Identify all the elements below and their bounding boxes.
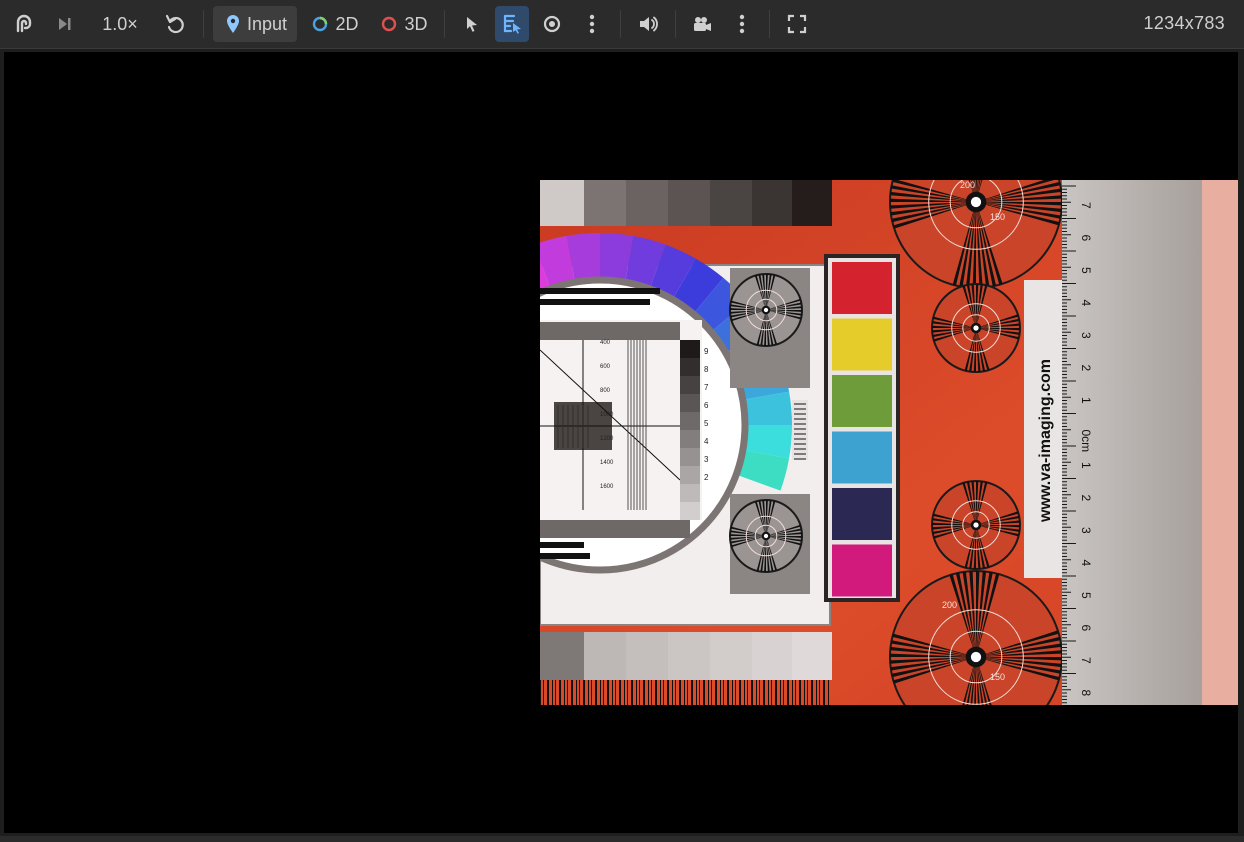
mode-3d-button[interactable]: 3D: [374, 6, 434, 42]
grey-step-label: 7: [704, 383, 709, 392]
cursor-arrow-icon: [467, 17, 477, 32]
undo-icon: [165, 14, 184, 34]
ruler-label: 4: [1079, 560, 1093, 567]
ruler-label: 1: [1079, 397, 1093, 404]
select-tool-button[interactable]: [456, 6, 488, 42]
grey-step-label: 4: [704, 437, 709, 446]
input-mode-button[interactable]: Input: [213, 6, 297, 42]
grey-step: [680, 412, 700, 430]
ruler-label: 2: [1079, 495, 1093, 502]
mode-2d-button[interactable]: 2D: [305, 6, 365, 42]
ruler-label: 3: [1079, 527, 1093, 534]
more-vertical-icon: [589, 14, 595, 34]
toolbar-divider: [444, 10, 445, 38]
fullscreen-icon: [787, 14, 807, 34]
select-list-tool-button[interactable]: [495, 6, 529, 42]
toolbar-divider: [203, 10, 204, 38]
grey-step: [680, 376, 700, 394]
video-viewport[interactable]: 98765432 400 600 800 1000 1200 1400 1600 200 15…: [4, 52, 1238, 833]
siemens-label: 150: [990, 212, 1005, 222]
ruler-label: 1: [1079, 462, 1093, 469]
grey-step-label: 3: [704, 455, 709, 464]
status-strip: [0, 836, 1244, 842]
test-chart-image: 98765432 4006008001000120014001600 20015…: [540, 180, 1238, 705]
camera-button[interactable]: [685, 6, 719, 42]
mode-2d-label: 2D: [335, 13, 359, 34]
resolution-label: 1000: [600, 412, 614, 418]
ruler-label: 5: [1079, 267, 1093, 274]
ruler-label: 7: [1079, 202, 1093, 209]
reset-button[interactable]: [158, 6, 192, 42]
color-patch: [832, 488, 892, 540]
ring-3d-icon: [382, 16, 397, 32]
visibility-button[interactable]: [536, 6, 568, 42]
color-patch: [832, 262, 892, 314]
grey-step-label: 5: [704, 419, 709, 428]
toolbar-divider: [675, 10, 676, 38]
ruler-label: 8: [1079, 690, 1093, 697]
ruler-label: 5: [1079, 592, 1093, 599]
ruler-label: 4: [1079, 300, 1093, 307]
grey-step-label: 6: [704, 401, 709, 410]
fingerprint-logo-icon: [16, 14, 32, 33]
ruler-label: 0cm: [1079, 430, 1093, 453]
mode-3d-label: 3D: [404, 13, 428, 34]
grey-step: [680, 430, 700, 448]
video-frame: 98765432 400 600 800 1000 1200 1400 1600 200 15…: [540, 180, 1238, 705]
color-patch: [832, 375, 892, 427]
resolution-label: 1400: [600, 460, 614, 466]
grey-step: [680, 484, 700, 502]
toolbar-divider: [769, 10, 770, 38]
audio-button[interactable]: [631, 6, 665, 42]
resolution-readout: 1234x783: [1143, 13, 1225, 33]
color-patch: [832, 318, 892, 371]
siemens-label: 200: [960, 180, 975, 190]
grey-step: [680, 502, 700, 520]
playback-speed-label: 1.0×: [102, 13, 138, 34]
ruler-label: 6: [1079, 235, 1093, 242]
resolution-label: 400: [600, 340, 611, 346]
ruler-label: 3: [1079, 332, 1093, 339]
resolution-label: 1600: [600, 484, 614, 490]
grey-step: [680, 394, 700, 412]
ruler-label: 2: [1079, 365, 1093, 372]
grey-step-label: 2: [704, 473, 709, 482]
grey-step: [680, 466, 700, 484]
color-patch: [832, 544, 892, 597]
app-logo-button[interactable]: [8, 6, 40, 42]
fullscreen-button[interactable]: [780, 6, 814, 42]
website-text: www.va-imaging.com: [1037, 359, 1054, 523]
step-forward-icon: [59, 18, 71, 30]
grey-step-label: 9: [704, 347, 709, 356]
color-patch: [832, 431, 892, 484]
resolution-label: 800: [600, 388, 611, 394]
more-vertical-icon: [739, 14, 745, 34]
ruler-label: 6: [1079, 625, 1093, 632]
grey-step: [680, 340, 700, 358]
siemens-label: 150: [990, 672, 1005, 682]
grey-step: [680, 448, 700, 466]
eye-icon: [543, 15, 561, 33]
ruler-label: 7: [1079, 657, 1093, 664]
toolbar-divider: [620, 10, 621, 38]
video-camera-icon: [694, 17, 711, 31]
grey-step-label: 8: [704, 365, 709, 374]
input-mode-label: Input: [246, 13, 288, 34]
resolution-label: 600: [600, 364, 611, 370]
player-toolbar: 1.0× Input 2D 3D 1234x783: [0, 0, 1244, 49]
camera-options-button[interactable]: [728, 6, 756, 42]
select-list-icon: [503, 14, 521, 34]
resolution-label: 1200: [600, 436, 614, 442]
grey-step: [680, 358, 700, 376]
overlay-options-button[interactable]: [578, 6, 606, 42]
pin-icon: [226, 15, 239, 33]
ring-2d-icon: [313, 16, 328, 32]
step-forward-button[interactable]: [48, 6, 80, 42]
playback-speed-button[interactable]: 1.0×: [92, 6, 148, 42]
siemens-label: 200: [942, 600, 957, 610]
volume-icon: [640, 16, 658, 32]
